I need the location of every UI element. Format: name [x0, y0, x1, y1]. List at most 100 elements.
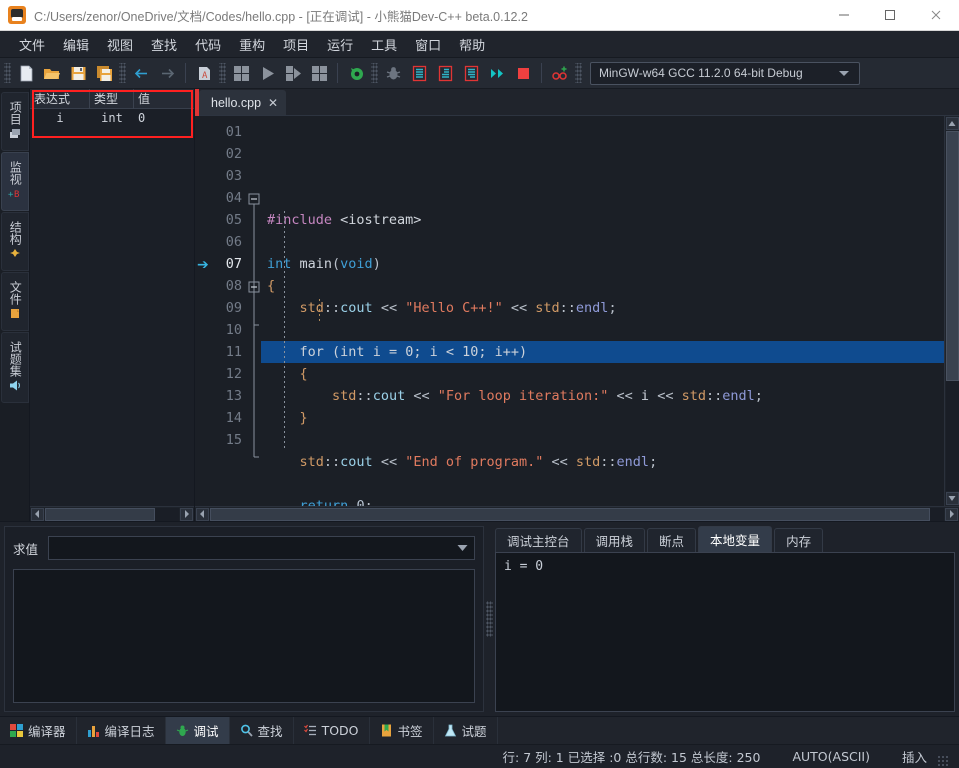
- sidebar-item-project[interactable]: 项目: [1, 92, 29, 151]
- status-encoding[interactable]: AUTO(ASCII): [792, 749, 870, 764]
- editor-hscroll-thumb[interactable]: [210, 507, 930, 521]
- bottom-tab-debug[interactable]: 调试: [165, 717, 230, 744]
- scroll-up-icon[interactable]: [945, 117, 959, 130]
- code-line[interactable]: [261, 231, 944, 253]
- save-icon[interactable]: [66, 61, 90, 85]
- chevron-down-icon[interactable]: [452, 537, 472, 559]
- bug-icon[interactable]: [381, 61, 405, 85]
- editor-vscroll-thumb[interactable]: [945, 131, 959, 381]
- menu-window[interactable]: 窗口: [406, 32, 450, 57]
- panel-splitter-grip[interactable]: [486, 601, 493, 637]
- tab-breakpoints[interactable]: 断点: [647, 528, 697, 552]
- evaluate-input[interactable]: [48, 536, 475, 560]
- save-all-icon[interactable]: [92, 61, 116, 85]
- sidebar-item-files[interactable]: 文件: [1, 272, 29, 331]
- toolbar-grip-4[interactable]: [371, 63, 378, 83]
- scroll-left-icon[interactable]: [196, 507, 209, 521]
- tab-call-stack[interactable]: 调用栈: [583, 528, 646, 552]
- menu-code[interactable]: 代码: [186, 32, 230, 57]
- editor-hscroll-track[interactable]: [210, 507, 944, 521]
- code-line[interactable]: {: [261, 275, 944, 297]
- code-line[interactable]: [261, 319, 944, 341]
- step-over-icon[interactable]: [407, 61, 431, 85]
- watch-col-value[interactable]: 值: [134, 89, 194, 109]
- code-line[interactable]: #include <iostream>: [261, 209, 944, 231]
- bottom-tab-problems[interactable]: 试题: [434, 717, 498, 744]
- step-into-icon[interactable]: [433, 61, 457, 85]
- scroll-left-icon[interactable]: [31, 507, 44, 521]
- tab-local-variables[interactable]: 本地变量: [698, 526, 773, 552]
- maximize-button[interactable]: [867, 0, 913, 31]
- sidebar-item-structure[interactable]: 结构: [1, 212, 29, 271]
- code-line[interactable]: for (int i = 0; i < 10; i++): [261, 341, 944, 363]
- menu-help[interactable]: 帮助: [450, 32, 494, 57]
- toolbar-grip-3[interactable]: [219, 63, 226, 83]
- watch-hscroll-thumb[interactable]: [45, 507, 155, 521]
- code-line[interactable]: {: [261, 363, 944, 385]
- sidebar-item-problemset[interactable]: 试题集: [1, 332, 29, 403]
- code-line[interactable]: std::cout << "Hello C++!" << std::endl;: [261, 297, 944, 319]
- watch-col-expression[interactable]: 表达式: [30, 88, 90, 109]
- menu-tools[interactable]: 工具: [362, 32, 406, 57]
- code-line[interactable]: std::cout << "End of program." << std::e…: [261, 451, 944, 473]
- editor-tab-hello-cpp[interactable]: hello.cpp ✕: [199, 90, 287, 115]
- toolbar-grip-2[interactable]: [119, 63, 126, 83]
- minimize-button[interactable]: [821, 0, 867, 31]
- bottom-tab-compile-log[interactable]: 编译日志: [77, 717, 166, 744]
- gear-icon[interactable]: [344, 61, 368, 85]
- stop-icon[interactable]: [511, 61, 535, 85]
- local-variables-content[interactable]: i = 0: [495, 552, 955, 712]
- redo-icon[interactable]: [155, 61, 179, 85]
- code-line[interactable]: int main(void): [261, 253, 944, 275]
- resize-grip[interactable]: [937, 755, 949, 767]
- toolbar-grip-5[interactable]: [575, 63, 582, 83]
- code-line[interactable]: [261, 429, 944, 451]
- menu-file[interactable]: 文件: [10, 32, 54, 57]
- watch-hscrollbar[interactable]: [30, 506, 194, 521]
- menu-view[interactable]: 视图: [98, 32, 142, 57]
- new-file-icon[interactable]: [14, 61, 38, 85]
- scroll-right-icon[interactable]: [945, 507, 958, 521]
- tab-debug-console[interactable]: 调试主控台: [495, 528, 582, 552]
- code-line[interactable]: std::cout << "For loop iteration:" << i …: [261, 385, 944, 407]
- tab-memory[interactable]: 内存: [774, 528, 824, 552]
- code-line[interactable]: return 0;: [261, 495, 944, 506]
- code-line[interactable]: }: [261, 407, 944, 429]
- run-icon[interactable]: [255, 61, 279, 85]
- editor-hscrollbar[interactable]: [195, 506, 959, 521]
- menu-run[interactable]: 运行: [318, 32, 362, 57]
- bottom-tab-bookmarks[interactable]: 书签: [370, 717, 434, 744]
- table-row[interactable]: i int 0: [30, 109, 194, 128]
- menu-search[interactable]: 查找: [142, 32, 186, 57]
- compile-run-icon[interactable]: [281, 61, 305, 85]
- bottom-tab-compiler[interactable]: 编译器: [0, 717, 77, 744]
- add-watch-icon[interactable]: [548, 61, 572, 85]
- code-text-area[interactable]: #include <iostream> int main(void){ std:…: [261, 116, 944, 506]
- step-out-icon[interactable]: [459, 61, 483, 85]
- editor-fold-gutter[interactable]: [247, 116, 261, 506]
- editor-exec-gutter[interactable]: ➔: [195, 116, 213, 506]
- print-icon[interactable]: A: [192, 61, 216, 85]
- menu-project[interactable]: 项目: [274, 32, 318, 57]
- compiler-set-select[interactable]: MinGW-w64 GCC 11.2.0 64-bit Debug: [590, 61, 860, 85]
- toolbar-grip[interactable]: [4, 63, 11, 83]
- close-button[interactable]: [913, 0, 959, 31]
- menu-refactor[interactable]: 重构: [230, 32, 274, 57]
- menu-edit[interactable]: 编辑: [54, 32, 98, 57]
- evaluate-output[interactable]: [13, 569, 475, 703]
- close-icon[interactable]: ✕: [268, 97, 278, 109]
- editor-vscroll-track[interactable]: [945, 131, 959, 491]
- sidebar-item-watch[interactable]: 监视 + B: [1, 152, 29, 211]
- bottom-tab-todo[interactable]: TODO: [294, 717, 370, 744]
- status-insert-mode[interactable]: 插入: [902, 747, 927, 766]
- scroll-right-icon[interactable]: [180, 507, 193, 521]
- watch-hscroll-track[interactable]: [45, 507, 179, 521]
- continue-icon[interactable]: [485, 61, 509, 85]
- bottom-tab-search[interactable]: 查找: [230, 717, 294, 744]
- open-folder-icon[interactable]: [40, 61, 64, 85]
- rebuild-icon[interactable]: [307, 61, 331, 85]
- editor-vscrollbar[interactable]: [944, 116, 959, 506]
- watch-col-type[interactable]: 类型: [90, 88, 134, 109]
- undo-icon[interactable]: [129, 61, 153, 85]
- code-line[interactable]: [261, 473, 944, 495]
